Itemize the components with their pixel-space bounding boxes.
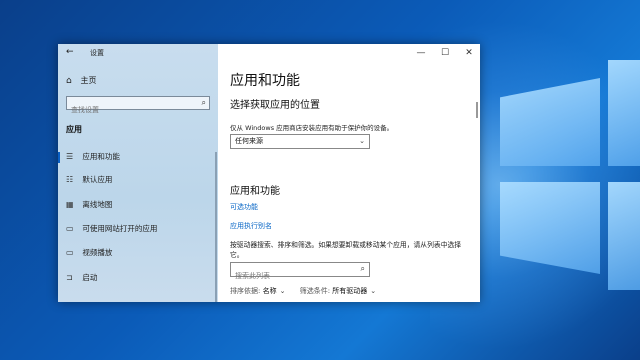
content-scrollbar[interactable] [476, 102, 478, 118]
title-bar: ← 设置 [58, 44, 218, 62]
search-icon[interactable]: ⌕ [361, 264, 365, 274]
minimize-button[interactable]: — [414, 47, 428, 59]
sidebar-item-offline-maps[interactable]: ▦ 离线地图 [66, 199, 216, 213]
video-icon: ▭ [66, 248, 74, 257]
sidebar-section-title: 应用 [66, 125, 82, 134]
sidebar-item-label: 离线地图 [82, 200, 113, 209]
sidebar-item-default-apps[interactable]: ☷ 默认应用 [66, 174, 216, 188]
sidebar-home-label: 主页 [80, 76, 97, 85]
windows-logo-pane-4 [608, 182, 640, 290]
sidebar-item-label: 应用和功能 [82, 152, 120, 161]
sidebar: ← 设置 ⌂ 主页 ⌕ 应用 ☰ 应用和功能 ☷ 默认应用 ▦ 离线地图 ▭ 可… [58, 44, 218, 302]
web-apps-icon: ▭ [66, 224, 74, 233]
settings-window: ← 设置 ⌂ 主页 ⌕ 应用 ☰ 应用和功能 ☷ 默认应用 ▦ 离线地图 ▭ 可… [58, 44, 480, 302]
home-icon: ⌂ [66, 76, 72, 86]
sidebar-item-home[interactable]: ⌂ 主页 [66, 75, 97, 86]
back-arrow-icon[interactable]: ← [66, 47, 74, 57]
optional-features-link[interactable]: 可选功能 [230, 202, 258, 212]
chevron-down-icon: ⌄ [359, 137, 365, 145]
sidebar-item-video-playback[interactable]: ▭ 视频播放 [66, 247, 216, 261]
sidebar-item-website-apps[interactable]: ▭ 可使用网站打开的应用 [66, 223, 216, 237]
default-apps-icon: ☷ [66, 175, 74, 184]
apps-list-search-input[interactable] [231, 269, 350, 283]
windows-logo-pane-3 [608, 60, 640, 166]
sidebar-item-startup[interactable]: ⊐ 启动 [66, 272, 216, 286]
startup-icon: ⊐ [66, 273, 73, 282]
close-button[interactable]: ✕ [462, 47, 476, 59]
chevron-down-icon[interactable]: ⌄ [370, 287, 376, 295]
settings-search-input[interactable] [67, 104, 191, 116]
filter-dropdown[interactable]: 所有驱动器 [332, 287, 367, 295]
sidebar-scrollbar[interactable] [215, 152, 217, 302]
filter-label: 筛选条件: [299, 287, 331, 295]
sidebar-item-label: 可使用网站打开的应用 [82, 224, 158, 233]
sort-filter-row: 排序依据: 名称 ⌄ 筛选条件: 所有驱动器 ⌄ [230, 286, 470, 296]
apps-features-heading: 应用和功能 [230, 186, 280, 197]
list-icon: ☰ [66, 152, 74, 161]
apps-list-search-box[interactable]: ⌕ [230, 262, 370, 283]
sidebar-item-label: 启动 [82, 273, 98, 282]
chevron-down-icon[interactable]: ⌄ [280, 287, 286, 295]
sort-dropdown[interactable]: 名称 [263, 287, 277, 295]
window-title: 设置 [90, 49, 104, 57]
install-location-description: 仅从 Windows 应用商店安装应用有助于保护你的设备。 [230, 124, 394, 132]
map-icon: ▦ [66, 200, 74, 209]
page-title: 应用和功能 [230, 73, 300, 89]
app-execution-alias-link[interactable]: 应用执行别名 [230, 221, 272, 231]
sidebar-item-apps-features[interactable]: ☰ 应用和功能 [58, 151, 216, 165]
sidebar-item-label: 默认应用 [82, 175, 113, 184]
search-icon[interactable]: ⌕ [202, 98, 206, 108]
main-content: 应用和功能 选择获取应用的位置 仅从 Windows 应用商店安装应用有助于保护… [218, 62, 480, 302]
install-source-value: 任何来源 [235, 137, 263, 145]
apps-search-description: 按驱动器搜索、排序和筛选。如果想要卸载或移动某个应用，请从列表中选择它。 [230, 241, 462, 259]
sidebar-item-label: 视频播放 [82, 248, 113, 257]
maximize-button[interactable]: ☐ [438, 47, 452, 59]
install-location-heading: 选择获取应用的位置 [230, 100, 320, 111]
sort-label: 排序依据: [230, 287, 261, 295]
install-source-dropdown[interactable]: 任何来源 ⌄ [230, 134, 370, 149]
title-bar-controls: — ☐ ✕ [218, 44, 480, 62]
settings-search-box[interactable]: ⌕ [66, 96, 210, 116]
